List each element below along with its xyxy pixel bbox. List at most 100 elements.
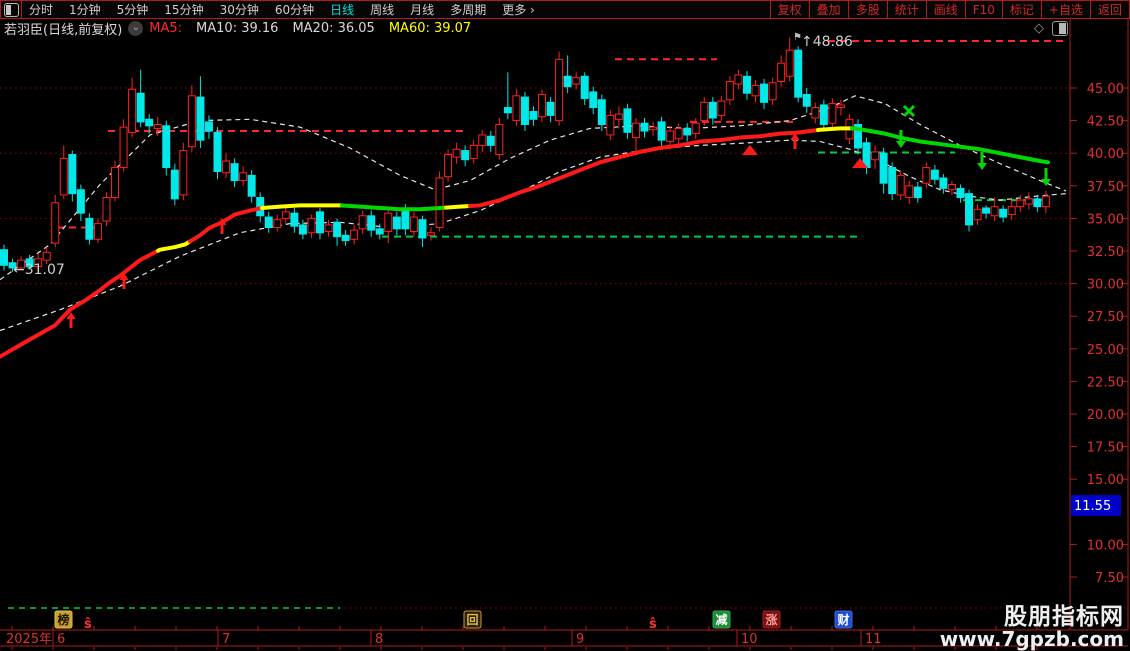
candle <box>495 124 504 156</box>
event-box-label: 财 <box>836 612 849 627</box>
candle <box>128 88 137 133</box>
tab-周线[interactable]: 周线 <box>370 1 394 18</box>
candle <box>828 103 837 124</box>
tab-60分钟[interactable]: 60分钟 <box>275 1 314 18</box>
event-box-label: 回 <box>466 613 478 627</box>
sell-arrow-icon <box>1041 168 1051 186</box>
button-叠加[interactable]: 叠加 <box>808 1 848 18</box>
button-画线[interactable]: 画线 <box>925 1 965 18</box>
candle <box>606 114 615 136</box>
y-axis-label: 22.50 <box>1087 375 1124 390</box>
candle <box>281 211 290 219</box>
candle <box>811 107 820 119</box>
month-label: 8 <box>375 632 383 647</box>
candle <box>461 150 470 161</box>
button-返回[interactable]: 返回 <box>1089 1 1129 18</box>
candle <box>939 177 948 189</box>
button-复权[interactable]: 复权 <box>769 1 809 18</box>
y-axis-label: 17.50 <box>1087 441 1124 456</box>
trend-line <box>340 203 448 212</box>
candle <box>358 215 367 230</box>
candle <box>725 80 734 101</box>
candle <box>700 101 709 122</box>
y-axis-label: 7.50 <box>1095 571 1124 586</box>
candle <box>922 167 931 184</box>
candle <box>153 124 162 129</box>
candle <box>905 185 914 199</box>
candle <box>196 96 205 141</box>
trend-line <box>260 203 344 210</box>
buy-arrow-icon <box>790 133 800 149</box>
button-F10[interactable]: F10 <box>964 1 1002 18</box>
candle <box>290 212 299 227</box>
watermark-site-name: 股朋指标网 <box>1004 604 1124 630</box>
candle <box>247 174 256 197</box>
chevron-down-icon[interactable]: ⌄ <box>128 21 144 36</box>
candle <box>896 174 905 196</box>
tab-分时[interactable]: 分时 <box>29 1 53 18</box>
candle <box>631 122 640 139</box>
tab-15分钟[interactable]: 15分钟 <box>164 1 203 18</box>
candle <box>170 169 179 200</box>
candle <box>657 121 666 141</box>
layout-toggle-button[interactable] <box>1 1 22 18</box>
candle <box>119 126 128 169</box>
candle <box>1016 199 1025 208</box>
y-axis-label: 10.00 <box>1087 538 1124 553</box>
period-tabs: 分时 1分钟 5分钟 15分钟 30分钟 60分钟 日线 周线 月线 多周期 更多 › <box>22 1 770 18</box>
diamond-icon[interactable]: ◇ <box>1034 21 1044 36</box>
candle <box>538 94 547 118</box>
y-axis-label: 25.00 <box>1087 343 1124 358</box>
tab-月线[interactable]: 月线 <box>410 1 434 18</box>
candle <box>794 49 803 98</box>
candle <box>930 169 939 180</box>
candle <box>649 126 658 131</box>
event-s-marker[interactable]: ŝ <box>649 617 657 632</box>
button-+自选[interactable]: +自选 <box>1040 1 1090 18</box>
candle <box>93 223 102 240</box>
current-price-label: 11.55 <box>1074 499 1111 514</box>
candle <box>102 197 111 222</box>
candle <box>742 75 751 94</box>
candle <box>785 49 794 77</box>
panel-split-icon <box>3 2 19 17</box>
button-标记[interactable]: 标记 <box>1001 1 1041 18</box>
candle <box>350 229 359 240</box>
low-price-label: ←31.07 <box>13 262 65 278</box>
button-统计[interactable]: 统计 <box>886 1 926 18</box>
candle <box>973 208 982 221</box>
candle <box>427 232 435 236</box>
event-s-marker[interactable]: ŝ <box>84 617 92 632</box>
candle <box>888 167 897 195</box>
candle <box>179 150 188 196</box>
y-axis-label: 35.00 <box>1087 212 1124 227</box>
event-box-label: 减 <box>715 612 727 627</box>
ma-value: MA5: <box>149 21 183 36</box>
candle <box>409 216 418 232</box>
button-多股[interactable]: 多股 <box>847 1 887 18</box>
tab-更多[interactable]: 更多 › <box>502 1 535 18</box>
candle <box>68 154 77 195</box>
chart-canvas[interactable]: ⚑ ↑48.86←31.0745.0042.5040.0037.5035.0032… <box>0 0 1130 650</box>
panel-right-icon[interactable] <box>1052 21 1068 36</box>
candle <box>529 110 538 120</box>
candle <box>956 187 965 199</box>
candle <box>111 167 120 199</box>
candle <box>580 75 589 99</box>
candle <box>384 212 393 232</box>
candle <box>315 211 324 234</box>
tab-30分钟[interactable]: 30分钟 <box>220 1 259 18</box>
candle <box>802 94 811 107</box>
candle <box>999 208 1008 218</box>
tab-日线[interactable]: 日线 <box>330 1 354 18</box>
candle <box>555 58 564 122</box>
candle <box>1024 198 1033 205</box>
y-axis-label: 45.00 <box>1087 82 1124 97</box>
candle <box>640 122 649 132</box>
tab-1分钟[interactable]: 1分钟 <box>69 1 101 18</box>
tab-5分钟[interactable]: 5分钟 <box>117 1 149 18</box>
tab-多周期[interactable]: 多周期 <box>450 1 486 18</box>
ma-values: MA5: MA10: 39.16 MA20: 36.05 MA60: 39.07 <box>149 21 485 36</box>
candle <box>982 207 991 214</box>
y-axis-label: 40.00 <box>1087 147 1124 162</box>
